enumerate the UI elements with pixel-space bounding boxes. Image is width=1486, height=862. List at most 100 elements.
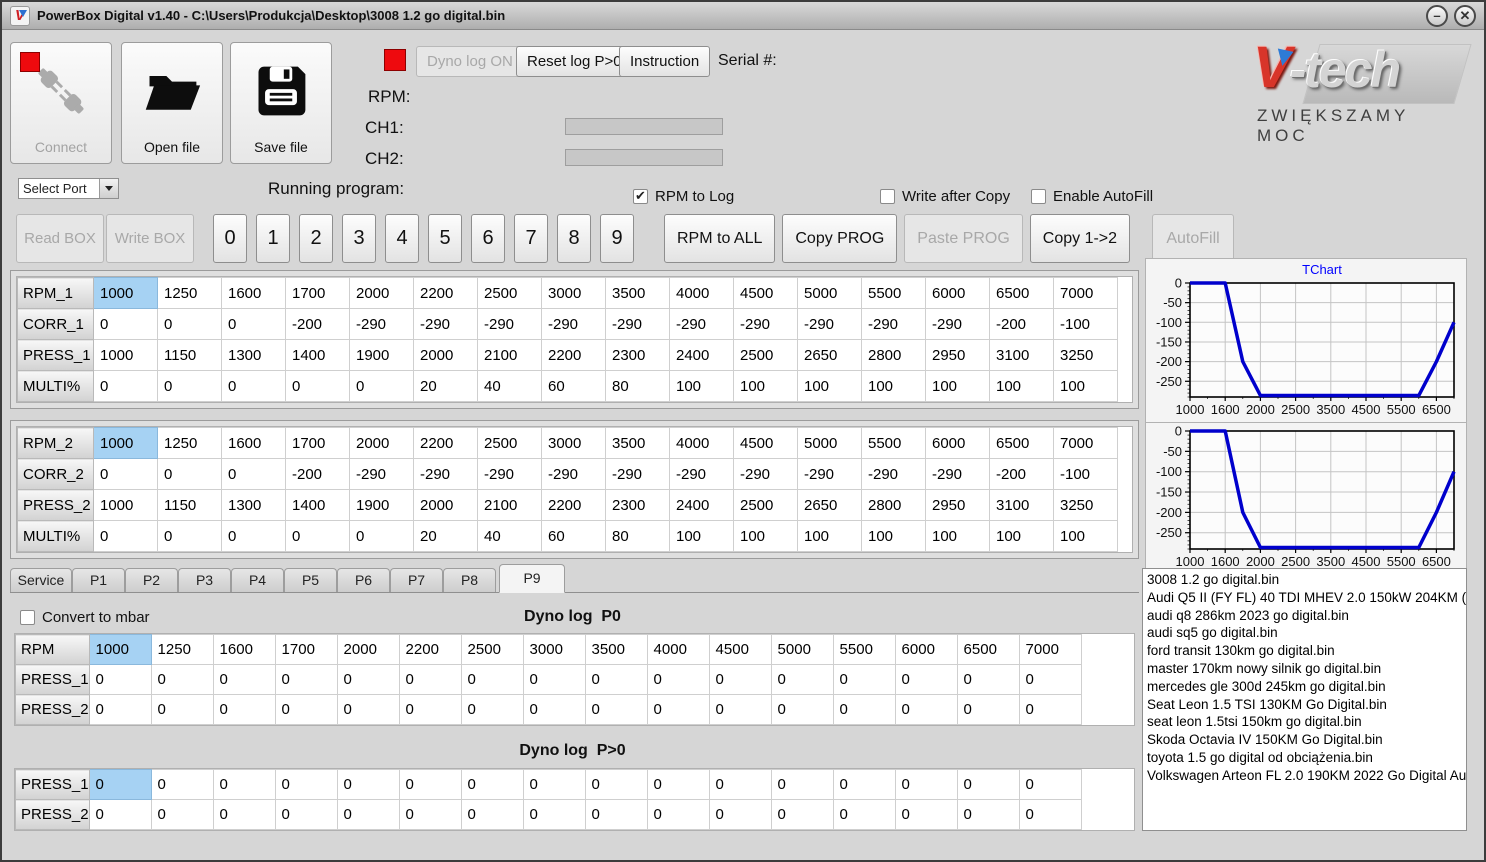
cell-PRESS_1-6[interactable]: 2100 bbox=[477, 339, 542, 371]
cell-MULTI%-14[interactable]: 100 bbox=[989, 520, 1054, 552]
cell-RPM-2[interactable]: 1600 bbox=[212, 634, 276, 665]
cell-PRESS_1-8[interactable]: 0 bbox=[584, 664, 648, 695]
cell-PRESS_2-0[interactable]: 1000 bbox=[93, 489, 158, 521]
cell-RPM_1-13[interactable]: 6000 bbox=[925, 277, 990, 309]
file-list-item[interactable]: Skoda Octavia IV 150KM Go Digital.bin bbox=[1147, 731, 1466, 749]
cell-RPM-5[interactable]: 2200 bbox=[398, 634, 462, 665]
cell-PRESS_2-1[interactable]: 1150 bbox=[157, 489, 222, 521]
copy-prog-button[interactable]: Copy PROG bbox=[782, 214, 898, 263]
cell-RPM_2-14[interactable]: 6500 bbox=[989, 427, 1054, 459]
cell-PRESS_2-6[interactable]: 2100 bbox=[477, 489, 542, 521]
cell-PRESS_2-5[interactable]: 2000 bbox=[413, 489, 478, 521]
file-list[interactable]: 3008 1.2 go digital.bin Audi Q5 II (FY FL… bbox=[1142, 568, 1467, 831]
close-button[interactable]: ✕ bbox=[1454, 4, 1476, 27]
cell-CORR_1-12[interactable]: -290 bbox=[861, 308, 926, 340]
program-number-button-2[interactable]: 2 bbox=[299, 214, 333, 263]
cell-PRESS_1-7[interactable]: 0 bbox=[522, 769, 586, 800]
cell-MULTI%-0[interactable]: 0 bbox=[93, 370, 158, 402]
cell-MULTI%-10[interactable]: 100 bbox=[733, 520, 798, 552]
cell-MULTI%-15[interactable]: 100 bbox=[1053, 370, 1118, 402]
cell-PRESS_2-2[interactable]: 0 bbox=[212, 694, 276, 725]
cell-PRESS_2-9[interactable]: 0 bbox=[646, 799, 710, 830]
cell-RPM-12[interactable]: 5500 bbox=[832, 634, 896, 665]
cell-PRESS_2-13[interactable]: 0 bbox=[894, 799, 958, 830]
cell-RPM_1-9[interactable]: 4000 bbox=[669, 277, 734, 309]
file-list-item[interactable]: 3008 1.2 go digital.bin bbox=[1147, 571, 1466, 589]
cell-MULTI%-11[interactable]: 100 bbox=[797, 370, 862, 402]
cell-PRESS_1-5[interactable]: 2000 bbox=[413, 339, 478, 371]
cell-MULTI%-0[interactable]: 0 bbox=[93, 520, 158, 552]
write-box-button[interactable]: Write BOX bbox=[106, 214, 194, 263]
cell-RPM-13[interactable]: 6000 bbox=[894, 634, 958, 665]
cell-RPM_2-15[interactable]: 7000 bbox=[1053, 427, 1118, 459]
cell-PRESS_1-8[interactable]: 0 bbox=[584, 769, 648, 800]
cell-RPM_1-3[interactable]: 1700 bbox=[285, 277, 350, 309]
tab-p8[interactable]: P8 bbox=[443, 568, 496, 592]
cell-CORR_2-11[interactable]: -290 bbox=[797, 458, 862, 490]
cell-MULTI%-13[interactable]: 100 bbox=[925, 520, 990, 552]
cell-PRESS_1-6[interactable]: 0 bbox=[460, 664, 524, 695]
tab-p7[interactable]: P7 bbox=[390, 568, 443, 592]
cell-PRESS_1-5[interactable]: 0 bbox=[398, 769, 462, 800]
cell-CORR_1-9[interactable]: -290 bbox=[669, 308, 734, 340]
write-after-copy-checkbox[interactable]: Write after Copy bbox=[880, 188, 1010, 205]
cell-RPM_1-0[interactable]: 1000 bbox=[93, 277, 158, 309]
cell-CORR_2-6[interactable]: -290 bbox=[477, 458, 542, 490]
cell-PRESS_1-0[interactable]: 0 bbox=[88, 769, 152, 800]
cell-PRESS_1-13[interactable]: 0 bbox=[894, 664, 958, 695]
paste-prog-button[interactable]: Paste PROG bbox=[904, 214, 1023, 263]
cell-PRESS_2-0[interactable]: 0 bbox=[88, 694, 152, 725]
cell-RPM-14[interactable]: 6500 bbox=[956, 634, 1020, 665]
cell-CORR_2-0[interactable]: 0 bbox=[93, 458, 158, 490]
cell-CORR_1-1[interactable]: 0 bbox=[157, 308, 222, 340]
cell-RPM_1-5[interactable]: 2200 bbox=[413, 277, 478, 309]
cell-PRESS_1-15[interactable]: 0 bbox=[1018, 664, 1082, 695]
select-port-dropdown[interactable]: Select Port bbox=[18, 178, 119, 199]
cell-RPM_2-5[interactable]: 2200 bbox=[413, 427, 478, 459]
cell-CORR_1-0[interactable]: 0 bbox=[93, 308, 158, 340]
cell-RPM_2-11[interactable]: 5000 bbox=[797, 427, 862, 459]
file-list-item[interactable]: seat leon 1.5tsi 150km go digital.bin bbox=[1147, 713, 1466, 731]
cell-PRESS_1-9[interactable]: 0 bbox=[646, 769, 710, 800]
cell-CORR_1-7[interactable]: -290 bbox=[541, 308, 606, 340]
cell-PRESS_1-3[interactable]: 1400 bbox=[285, 339, 350, 371]
cell-MULTI%-7[interactable]: 60 bbox=[541, 370, 606, 402]
cell-MULTI%-13[interactable]: 100 bbox=[925, 370, 990, 402]
cell-MULTI%-10[interactable]: 100 bbox=[733, 370, 798, 402]
instruction-button[interactable]: Instruction bbox=[619, 46, 711, 77]
cell-PRESS_1-14[interactable]: 0 bbox=[956, 769, 1020, 800]
cell-CORR_1-5[interactable]: -290 bbox=[413, 308, 478, 340]
cell-PRESS_1-0[interactable]: 1000 bbox=[93, 339, 158, 371]
cell-RPM_1-14[interactable]: 6500 bbox=[989, 277, 1054, 309]
tab-p3[interactable]: P3 bbox=[178, 568, 231, 592]
cell-MULTI%-4[interactable]: 0 bbox=[349, 520, 414, 552]
cell-PRESS_1-1[interactable]: 1150 bbox=[157, 339, 222, 371]
cell-RPM_1-1[interactable]: 1250 bbox=[157, 277, 222, 309]
cell-RPM_2-9[interactable]: 4000 bbox=[669, 427, 734, 459]
tab-p9[interactable]: P9 bbox=[499, 564, 565, 593]
cell-CORR_2-13[interactable]: -290 bbox=[925, 458, 990, 490]
cell-PRESS_2-2[interactable]: 1300 bbox=[221, 489, 286, 521]
cell-CORR_1-11[interactable]: -290 bbox=[797, 308, 862, 340]
cell-RPM_1-4[interactable]: 2000 bbox=[349, 277, 414, 309]
tab-p1[interactable]: P1 bbox=[72, 568, 125, 592]
cell-PRESS_2-1[interactable]: 0 bbox=[150, 694, 214, 725]
cell-PRESS_1-4[interactable]: 0 bbox=[336, 664, 400, 695]
tab-p6[interactable]: P6 bbox=[337, 568, 390, 592]
cell-PRESS_1-2[interactable]: 0 bbox=[212, 769, 276, 800]
autofill-button[interactable]: AutoFill bbox=[1152, 214, 1235, 263]
file-list-item[interactable]: mercedes gle 300d 245km go digital.bin bbox=[1147, 678, 1466, 696]
cell-RPM_2-12[interactable]: 5500 bbox=[861, 427, 926, 459]
cell-PRESS_2-10[interactable]: 0 bbox=[708, 799, 772, 830]
cell-CORR_2-8[interactable]: -290 bbox=[605, 458, 670, 490]
enable-autofill-checkbox[interactable]: Enable AutoFill bbox=[1031, 188, 1153, 205]
cell-CORR_2-5[interactable]: -290 bbox=[413, 458, 478, 490]
minimize-button[interactable]: – bbox=[1426, 4, 1448, 27]
program-number-button-4[interactable]: 4 bbox=[385, 214, 419, 263]
cell-PRESS_2-11[interactable]: 2650 bbox=[797, 489, 862, 521]
program-number-button-3[interactable]: 3 bbox=[342, 214, 376, 263]
cell-PRESS_1-0[interactable]: 0 bbox=[88, 664, 152, 695]
file-list-item[interactable]: audi q8 286km 2023 go digital.bin bbox=[1147, 607, 1466, 625]
program-number-button-1[interactable]: 1 bbox=[256, 214, 290, 263]
cell-PRESS_2-8[interactable]: 0 bbox=[584, 799, 648, 830]
